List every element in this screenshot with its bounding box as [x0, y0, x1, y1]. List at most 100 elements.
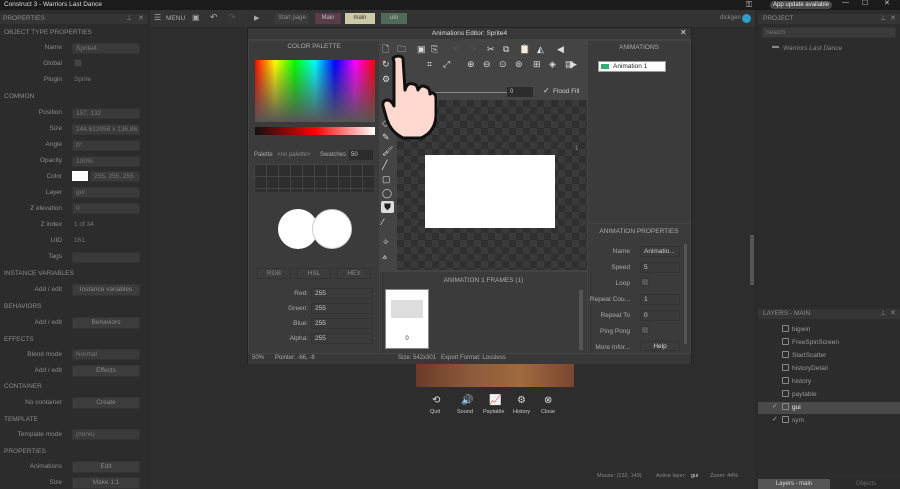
- layer-lock-icon[interactable]: [782, 390, 789, 397]
- paste-icon[interactable]: 📋: [519, 43, 530, 55]
- brush-icon[interactable]: 🖌: [382, 145, 393, 157]
- green-field[interactable]: 255: [311, 303, 373, 314]
- section-behaviors[interactable]: BEHAVIORS: [4, 303, 41, 310]
- section-instance-variables[interactable]: INSTANCE VARIABLES: [4, 270, 74, 277]
- tags-field[interactable]: [72, 252, 140, 263]
- hsl-mode-button[interactable]: HSL: [297, 268, 331, 279]
- position-field[interactable]: 157, 132: [72, 108, 140, 119]
- layer-row[interactable]: ✓ gui: [758, 402, 900, 414]
- tolerance-field[interactable]: 0: [507, 87, 533, 97]
- user-avatar[interactable]: [742, 14, 751, 23]
- layer-select[interactable]: gui: [72, 187, 140, 198]
- tab-ulo[interactable]: ulo: [381, 13, 407, 24]
- layer-row[interactable]: StartScatter: [758, 350, 900, 362]
- help-button[interactable]: Help: [640, 341, 680, 351]
- templatemode-select[interactable]: (none): [72, 429, 140, 440]
- line-icon[interactable]: ╱: [382, 159, 387, 171]
- angle-field[interactable]: 0°: [72, 140, 140, 151]
- layers-tab[interactable]: Layers - main: [758, 479, 830, 489]
- play-icon[interactable]: ▶: [254, 14, 259, 22]
- frames-scrollbar[interactable]: [579, 290, 583, 350]
- project-root-item[interactable]: Warriors Last Dance: [783, 45, 842, 52]
- section-common[interactable]: COMMON: [4, 93, 34, 100]
- layout-scrollbar[interactable]: [750, 235, 754, 285]
- tab-start-page[interactable]: Start page: [275, 13, 309, 24]
- close-panel-icon[interactable]: ✕: [138, 14, 144, 22]
- close-game-icon[interactable]: ⊗: [544, 395, 552, 406]
- section-container[interactable]: CONTAINER: [4, 383, 42, 390]
- color-swatch[interactable]: [72, 171, 88, 181]
- swatches-field[interactable]: 50: [349, 150, 373, 160]
- project-search-input[interactable]: [762, 27, 896, 38]
- project-close-icon[interactable]: ✕: [890, 14, 896, 22]
- undo-icon[interactable]: ↶: [210, 12, 218, 23]
- zoom-in-icon[interactable]: ⊕: [467, 58, 475, 70]
- flip-icon[interactable]: ◀: [557, 43, 564, 55]
- layer-lock-icon[interactable]: [782, 325, 789, 332]
- eyedropper-icon[interactable]: ⁄: [382, 216, 384, 228]
- speed-field[interactable]: 5: [640, 262, 680, 273]
- ping-pong-checkbox[interactable]: [641, 326, 649, 334]
- alpha-field[interactable]: 255: [311, 333, 373, 344]
- global-checkbox[interactable]: [74, 59, 82, 67]
- size-field[interactable]: 244.612056 x 136.86...: [72, 124, 140, 135]
- layer-row[interactable]: history: [758, 376, 900, 388]
- anim-props-scrollbar[interactable]: [684, 244, 687, 344]
- rectangle-icon[interactable]: ▢: [382, 173, 391, 185]
- tab-main-events[interactable]: Main: [315, 13, 341, 24]
- sprite-image[interactable]: [425, 155, 555, 228]
- effects-button[interactable]: Effects: [72, 365, 140, 377]
- layer-lock-icon[interactable]: [782, 338, 789, 345]
- layer-lock-icon[interactable]: [782, 364, 789, 371]
- menu-button[interactable]: MENU: [166, 15, 185, 22]
- blue-field[interactable]: 255: [311, 318, 373, 329]
- color-field[interactable]: 255, 255, 255: [90, 171, 140, 182]
- fill-bucket-icon[interactable]: ⛊: [381, 201, 394, 213]
- paytable-icon[interactable]: 📈: [489, 395, 501, 406]
- section-template[interactable]: TEMPLATE: [4, 416, 38, 423]
- layer-lock-icon[interactable]: [782, 351, 789, 358]
- section-object-type-properties[interactable]: OBJECT TYPE PROPERTIES: [4, 29, 92, 36]
- opacity-field[interactable]: 100%: [72, 156, 140, 167]
- layer-lock-icon[interactable]: [782, 416, 789, 423]
- project-pin-icon[interactable]: ⊥: [880, 14, 886, 22]
- grid-icon[interactable]: ⊞: [533, 58, 541, 70]
- animations-edit-button[interactable]: Edit: [72, 461, 140, 473]
- zoom-reset-icon[interactable]: ⊙: [499, 58, 507, 70]
- pin-icon[interactable]: ⊥: [126, 14, 132, 22]
- instance-variables-button[interactable]: Instance variables: [72, 284, 140, 296]
- sound-icon[interactable]: 🔊: [461, 395, 473, 406]
- zoom-fit-icon[interactable]: ⊚: [515, 58, 523, 70]
- flood-fill-check-icon[interactable]: ✓: [543, 86, 550, 95]
- animation-list-item[interactable]: Animation 1: [598, 61, 666, 72]
- red-field[interactable]: 255: [311, 288, 373, 299]
- layer-row[interactable]: paytable: [758, 389, 900, 401]
- layer-lock-icon[interactable]: [782, 403, 789, 410]
- history-icon[interactable]: ⚙: [517, 395, 526, 406]
- play-preview-icon[interactable]: ▶: [570, 58, 577, 70]
- maximize-button[interactable]: ☐: [862, 0, 868, 7]
- resize-icon[interactable]: ⤢: [443, 58, 450, 70]
- ellipse-icon[interactable]: ◯: [382, 187, 392, 199]
- zoom-out-icon[interactable]: ⊖: [483, 58, 491, 70]
- repeat-count-field[interactable]: 1: [640, 294, 680, 305]
- dialog-close-button[interactable]: ✕: [680, 28, 687, 37]
- section-effects[interactable]: EFFECTS: [4, 336, 34, 343]
- objects-tab[interactable]: Objects: [832, 479, 900, 489]
- minimize-button[interactable]: —: [842, 0, 849, 6]
- layer-row[interactable]: historyDetail: [758, 363, 900, 375]
- layer-row[interactable]: ✓ sym: [758, 415, 900, 427]
- origin-point-icon[interactable]: ✧: [382, 236, 390, 248]
- close-window-button[interactable]: ✕: [884, 0, 890, 7]
- hex-mode-button[interactable]: HEX: [337, 268, 371, 279]
- hamburger-icon[interactable]: ☰: [154, 13, 161, 22]
- repeat-to-field[interactable]: 0: [640, 310, 680, 321]
- make-1-1-button[interactable]: Make 1:1: [72, 477, 140, 489]
- save-icon[interactable]: ▣: [192, 13, 200, 22]
- layers-icon[interactable]: ◈: [549, 58, 556, 70]
- create-container-button[interactable]: Create: [72, 397, 140, 409]
- quit-icon[interactable]: ⟲: [432, 395, 440, 406]
- zelev-field[interactable]: 0: [72, 203, 140, 214]
- user-name[interactable]: dickgen: [720, 15, 741, 21]
- anim-name-field[interactable]: Animatio...: [640, 246, 680, 257]
